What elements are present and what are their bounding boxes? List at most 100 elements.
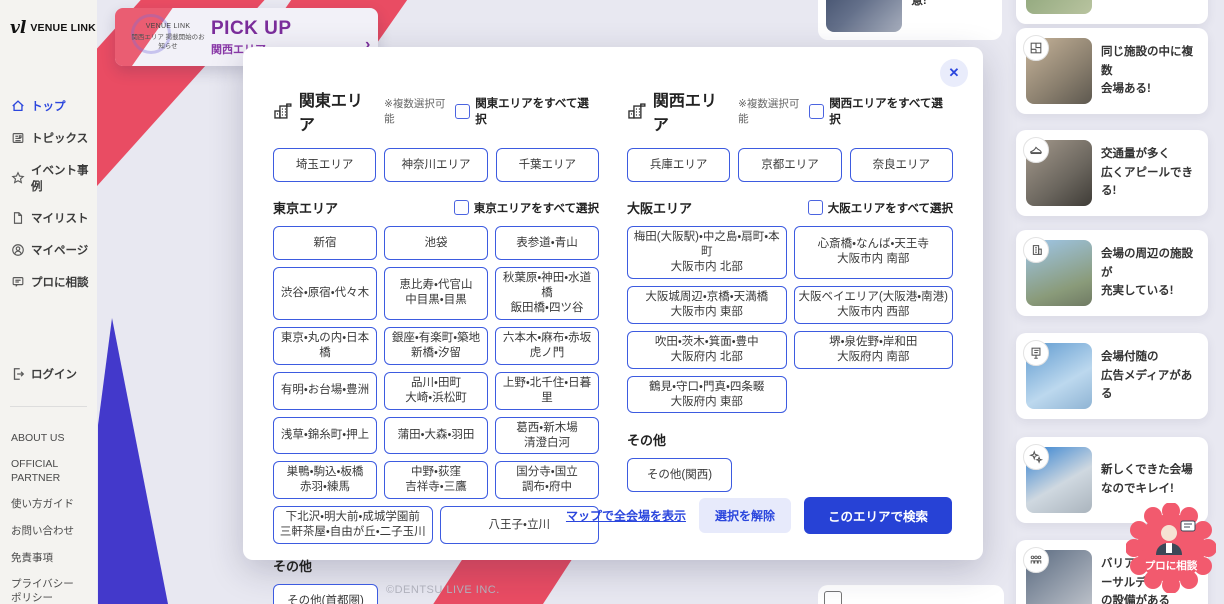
kansai-column: 関西エリア ※複数選択可能 関西エリアをすべて選択 兵庫エリア京都エリア奈良エリ… [627,87,953,534]
picture-frame-icon [824,591,842,604]
osaka-select-all-checkbox[interactable] [808,200,823,215]
map-link[interactable]: マップで全会場を表示 [566,507,686,524]
benefit-text: 同じ施設の中に複数 会場ある! [1101,43,1198,100]
tokyo-section-label: 東京エリア [273,198,338,217]
kansai-select-all[interactable]: 関西エリアをすべて選択 [809,95,953,127]
benefit-photo [1026,140,1092,206]
clear-selection-button[interactable]: 選択を解除 [699,498,791,533]
benefit-photo [1026,240,1092,306]
sidebar-footer-link[interactable]: 使い方ガイド [0,492,97,519]
kansai-other-label: その他 [627,430,953,449]
sidebar-item-consult[interactable]: プロに相談 [0,266,97,298]
search-area-button[interactable]: このエリアで検索 [804,497,952,534]
tokyo-area-button[interactable]: 浅草・錦糸町・押上 [273,417,377,455]
kansai-other-button[interactable]: その他(関西) [627,458,732,492]
tokyo-area-button[interactable]: 東京・丸の内・日本橋 [273,327,377,365]
people-icon [1023,547,1049,573]
tokyo-area-button[interactable]: 国分寺・国立調布・府中 [495,461,599,499]
kanto-title: 関東エリア [299,87,378,135]
tokyo-area-button[interactable]: 品川・田町大崎・浜松町 [384,372,488,410]
login-button[interactable]: ログイン [0,358,97,390]
file-icon [11,211,25,225]
badge-label: プロに相談 [1126,558,1216,573]
tokyo-area-button[interactable]: 下北沢・明大前・成城学園前三軒茶屋・自由が丘・二子玉川 [273,506,433,544]
osaka-area-button[interactable]: 心斎橋・なんば・天王寺大阪市内 南部 [794,226,954,279]
sidebar-item-topics[interactable]: トピックス [0,122,97,154]
kanto-pref-button[interactable]: 神奈川エリア [384,148,487,182]
kanto-pref-button[interactable]: 千葉エリア [496,148,599,182]
kansai-select-all-checkbox[interactable] [809,104,824,119]
benefit-photo [1026,38,1092,104]
symposium-photo [826,0,902,32]
tokyo-area-button[interactable]: 池袋 [384,226,488,260]
sidebar-item-events[interactable]: イベント事例 [0,154,97,202]
benefit-card[interactable]: 会場の周辺の施設が 充実している! [1016,230,1208,316]
kansai-pref-button[interactable]: 奈良エリア [850,148,953,182]
close-icon[interactable]: ✕ [940,59,968,87]
osaka-area-button[interactable]: 大阪ベイエリア(大阪港・南港)大阪市内 西部 [794,286,954,324]
kansai-note: ※複数選択可能 [738,96,809,126]
kansai-pref-button[interactable]: 京都エリア [738,148,841,182]
tokyo-area-button[interactable]: 有明・お台場・豊洲 [273,372,377,410]
benefit-card[interactable]: 会場付随の 広告メディアがある [1016,333,1208,419]
news-icon [11,131,25,145]
tokyo-area-button[interactable]: 銀座・有楽町・築地新橋・汐留 [384,327,488,365]
osaka-area-button[interactable]: 鶴見・守口・門真・四条畷大阪府内 東部 [627,376,787,414]
kanto-other-label: その他 [273,556,599,575]
benefit-photo [1026,343,1092,409]
kanto-select-all-checkbox[interactable] [455,104,470,119]
home-icon [11,99,25,113]
pickup-notice: VENUE LINK 関西エリア 掲載開始のお知らせ [115,22,207,52]
tokyo-area-button[interactable]: 巣鴨・駒込・板橋赤羽・練馬 [273,461,377,499]
consult-pro-badge[interactable]: プロに相談 [1126,503,1216,593]
tokyo-select-all[interactable]: 東京エリアをすべて選択 [454,200,599,216]
sidebar-item-mylist[interactable]: マイリスト [0,202,97,234]
osaka-area-button[interactable]: 堺・泉佐野・岸和田大阪府内 南部 [794,331,954,369]
osaka-area-button[interactable]: 梅田(大阪駅)・中之島・扇町・本町大阪市内 北部 [627,226,787,279]
osaka-select-all[interactable]: 大阪エリアをすべて選択 [808,200,953,216]
benefit-card[interactable]: 交通量が多く 広くアピールできる! [1016,130,1208,216]
sidebar-footer-link[interactable]: お問い合わせ [0,519,97,546]
sidebar-footer-link[interactable]: 免責事項 [0,545,97,572]
sidebar-footer-link[interactable]: OFFICIAL PARTNER [0,452,97,492]
pickup-title: PICK UP [211,18,292,40]
sidebar-item-label: マイリスト [31,210,89,226]
benefit-photo [1026,550,1092,604]
tokyo-select-all-checkbox[interactable] [454,200,469,215]
tokyo-area-button[interactable]: 表参道・青山 [495,226,599,260]
sidebar-item-top[interactable]: トップ [0,90,97,122]
sidebar-item-mypage[interactable]: マイページ [0,234,97,266]
tokyo-area-button[interactable]: 葛西・新木場清澄白河 [495,417,599,455]
chat-icon [11,275,25,289]
symposium-text: シンポジウム イベントが得意! [911,0,994,32]
tokyo-area-button[interactable]: 渋谷・原宿・代々木 [273,267,377,320]
feature-card-symposium[interactable]: シンポジウム イベントが得意! [818,0,1002,40]
kanto-pref-button[interactable]: 埼玉エリア [273,148,376,182]
tokyo-area-button[interactable]: 蒲田・大森・羽田 [384,417,488,455]
sidebar-item-label: マイページ [31,242,88,258]
benefit-card[interactable]: 同じ施設の中に複数 会場ある! [1016,28,1208,114]
tokyo-area-button[interactable]: 恵比寿・代官山中目黒・目黒 [384,267,488,320]
tokyo-area-button[interactable]: 六本木・麻布・赤坂虎ノ門 [495,327,599,365]
sidebar-footer-link[interactable]: プライバシー ポリシー [0,572,97,604]
tokyo-area-button[interactable]: 中野・荻窪吉祥寺・三鷹 [384,461,488,499]
venue-building-icon [627,102,647,120]
shoe-icon [1023,137,1049,163]
login-label: ログイン [31,366,77,382]
tokyo-area-button[interactable]: 秋葉原・神田・水道橋飯田橋・四ツ谷 [495,267,599,320]
logo-text: VENUE LINK [30,22,96,34]
logo-mark-icon: vl [10,18,26,38]
logo[interactable]: vl VENUE LINK [0,18,97,38]
benefit-text: 新しくできた会場 なのでキレイ! [1101,461,1193,499]
osaka-area-button[interactable]: 吹田・茨木・箕面・豊中大阪府内 北部 [627,331,787,369]
kansai-pref-button[interactable]: 兵庫エリア [627,148,730,182]
kanto-select-all[interactable]: 関東エリアをすべて選択 [455,95,599,127]
tokyo-area-button[interactable]: 上野・北千住・日暮里 [495,372,599,410]
kanto-other-button[interactable]: その他(首都圏) [273,584,378,604]
sidebar-footer-link[interactable]: ABOUT US [0,425,97,452]
benefit-card[interactable] [1016,0,1208,24]
kanto-note: ※複数選択可能 [384,96,455,126]
sparkle-icon [1023,444,1049,470]
tokyo-area-button[interactable]: 新宿 [273,226,377,260]
osaka-area-button[interactable]: 大阪城周辺・京橋・天満橋大阪市内 東部 [627,286,787,324]
